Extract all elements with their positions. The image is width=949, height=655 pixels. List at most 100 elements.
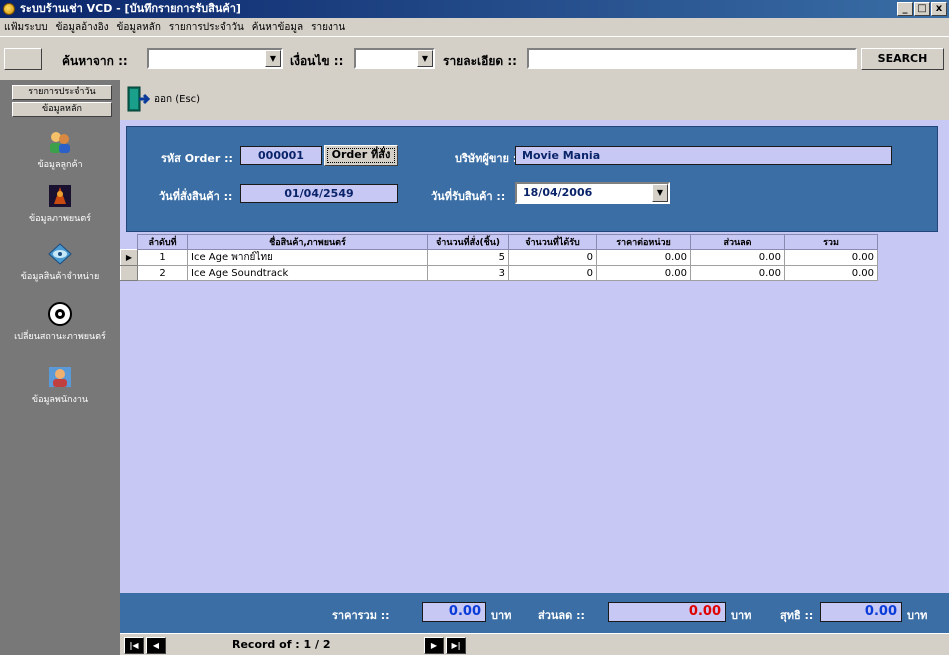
sidebar-item-employees[interactable]: ข้อมูลพนักงาน	[0, 365, 120, 406]
previous-record-button[interactable]: ◀	[146, 637, 166, 654]
sidebar-item-label: ข้อมูลพนักงาน	[31, 395, 89, 405]
first-record-button[interactable]: |◀	[124, 637, 144, 654]
window-controls: _ □ x	[897, 2, 947, 16]
sidebar-item-label: เปลี่ยนสถานะภาพยนตร์	[14, 332, 106, 342]
sidebar-item-label: ข้อมูลลูกค้า	[37, 160, 83, 170]
exit-bar: ออก (Esc)	[120, 80, 949, 120]
search-from-select[interactable]: ▼	[147, 48, 283, 69]
column-header[interactable]: ส่วนลด	[690, 234, 785, 250]
current-row-icon[interactable]: ▶	[120, 249, 138, 266]
record-position-label: Record of : 1 / 2	[232, 638, 331, 651]
table-cell[interactable]: 5	[427, 249, 509, 266]
net-field[interactable]: 0.00	[820, 602, 902, 622]
order-date-field[interactable]: 01/04/2549	[240, 184, 398, 203]
menu-master-data[interactable]: ข้อมูลหลัก	[117, 20, 161, 35]
cd-icon	[48, 302, 72, 326]
restore-button[interactable]: □	[914, 2, 930, 16]
receive-date-value: 18/04/2006	[523, 186, 593, 199]
minimize-button[interactable]: _	[897, 2, 913, 16]
exit-button[interactable]: ออก (Esc)	[126, 86, 200, 112]
column-header[interactable]: จำนวนที่ได้รับ	[508, 234, 597, 250]
search-condition-select[interactable]: ▼	[354, 48, 435, 69]
employee-icon	[48, 365, 72, 389]
table-cell[interactable]: 0	[508, 249, 597, 266]
search-button[interactable]: SEARCH	[861, 48, 944, 70]
toolbar-toggle-button[interactable]	[4, 48, 42, 70]
disc-icon	[48, 242, 72, 266]
menu-search[interactable]: ค้นหาข้อมูล	[252, 20, 303, 35]
currency-label: บาท	[491, 609, 512, 622]
sidebar-item-movie-status[interactable]: เปลี่ยนสถานะภาพยนตร์	[0, 302, 120, 343]
table-row[interactable]: ▶ 1 Ice Age พากย์ไทย 5 0 0.00 0.00 0.00	[120, 249, 878, 266]
total-label: ราคารวม ::	[332, 609, 390, 622]
column-header[interactable]: รวม	[784, 234, 878, 250]
search-detail-input[interactable]	[527, 48, 857, 69]
exit-label: ออก (Esc)	[154, 93, 201, 105]
sidebar: รายการประจำวัน ข้อมูลหลัก ข้อมูลลูกค้า ข…	[0, 80, 120, 655]
table-cell[interactable]: 0.00	[690, 265, 785, 281]
record-navigation: |◀ ◀ Record of : 1 / 2 ▶ ▶|	[120, 633, 949, 655]
column-header[interactable]: ลำดับที่	[137, 234, 188, 250]
sidebar-item-movies[interactable]: ข้อมูลภาพยนตร์	[0, 184, 120, 225]
discount-label: ส่วนลด ::	[538, 609, 585, 622]
column-header[interactable]: ราคาต่อหน่วย	[596, 234, 691, 250]
table-header-row: ลำดับที่ ชื่อสินค้า,ภาพยนตร์ จำนวนที่สั่…	[120, 234, 878, 250]
supplier-label: บริษัทผู้ขาย ::	[455, 152, 522, 165]
column-header[interactable]: ชื่อสินค้า,ภาพยนตร์	[187, 234, 428, 250]
column-header[interactable]: จำนวนที่สั่ง(ชิ้น)	[427, 234, 509, 250]
order-date-label: วันที่สั่งสินค้า ::	[159, 190, 233, 203]
dropdown-arrow-icon[interactable]: ▼	[417, 50, 433, 67]
table-cell[interactable]: 0.00	[596, 265, 691, 281]
menu-reports[interactable]: รายงาน	[311, 20, 345, 35]
table-cell[interactable]: Ice Age Soundtrack	[187, 265, 428, 281]
next-record-button[interactable]: ▶	[424, 637, 444, 654]
app-icon	[3, 3, 15, 15]
row-indicator[interactable]	[120, 265, 138, 281]
dropdown-arrow-icon[interactable]: ▼	[265, 50, 281, 67]
search-toolbar: ค้นหาจาก :: ▼ เงื่อนไข :: ▼ รายละเอียด :…	[0, 36, 949, 80]
total-field[interactable]: 0.00	[422, 602, 486, 622]
items-grid: ลำดับที่ ชื่อสินค้า,ภาพยนตร์ จำนวนที่สั่…	[120, 234, 949, 281]
table-cell[interactable]: Ice Age พากย์ไทย	[187, 249, 428, 266]
table-cell[interactable]: 0.00	[784, 265, 878, 281]
table-cell[interactable]: 0.00	[596, 249, 691, 266]
menu-daily-transactions[interactable]: รายการประจำวัน	[169, 20, 244, 35]
sidebar-item-customers[interactable]: ข้อมูลลูกค้า	[0, 130, 120, 171]
sidebar-item-label: ข้อมูลสินค้าจำหน่าย	[20, 272, 100, 282]
exit-door-icon	[127, 86, 150, 112]
dropdown-arrow-icon[interactable]: ▼	[652, 184, 668, 202]
tab-master-data[interactable]: ข้อมูลหลัก	[12, 102, 112, 117]
search-detail-label: รายละเอียด ::	[443, 54, 517, 68]
close-button[interactable]: x	[931, 2, 947, 16]
search-condition-label: เงื่อนไข ::	[290, 54, 344, 68]
menu-system[interactable]: แฟ้มระบบ	[4, 20, 48, 35]
receive-date-picker[interactable]: 18/04/2006 ▼	[515, 182, 670, 204]
movie-icon	[48, 184, 72, 208]
receive-date-label: วันที่รับสินค้า ::	[431, 190, 506, 203]
supplier-field[interactable]: Movie Mania	[515, 146, 892, 165]
items-table: ลำดับที่ ชื่อสินค้า,ภาพยนตร์ จำนวนที่สั่…	[120, 234, 878, 281]
table-cell[interactable]: 1	[137, 249, 188, 266]
order-id-label: รหัส Order ::	[161, 152, 233, 165]
order-id-field[interactable]: 000001	[240, 146, 322, 165]
totals-footer: ราคารวม :: 0.00 บาท ส่วนลด :: 0.00 บาท ส…	[120, 593, 949, 633]
table-cell[interactable]: 0	[508, 265, 597, 281]
discount-field[interactable]: 0.00	[608, 602, 726, 622]
search-from-label: ค้นหาจาก ::	[62, 54, 128, 68]
table-cell[interactable]: 3	[427, 265, 509, 281]
menu-reference-data[interactable]: ข้อมูลอ้างอิง	[56, 20, 109, 35]
menu-bar: แฟ้มระบบ ข้อมูลอ้างอิง ข้อมูลหลัก รายการ…	[0, 18, 949, 36]
ordered-items-button[interactable]: Order ที่สั่ง	[324, 145, 398, 166]
currency-label: บาท	[731, 609, 752, 622]
last-record-button[interactable]: ▶|	[446, 637, 466, 654]
table-cell[interactable]: 0.00	[690, 249, 785, 266]
table-row[interactable]: 2 Ice Age Soundtrack 3 0 0.00 0.00 0.00	[120, 265, 878, 281]
row-indicator-header	[120, 234, 138, 250]
sidebar-item-products[interactable]: ข้อมูลสินค้าจำหน่าย	[0, 242, 120, 283]
currency-label: บาท	[907, 609, 928, 622]
sidebar-item-label: ข้อมูลภาพยนตร์	[28, 214, 92, 224]
table-cell[interactable]: 2	[137, 265, 188, 281]
tab-daily-transactions[interactable]: รายการประจำวัน	[12, 85, 112, 100]
table-cell[interactable]: 0.00	[784, 249, 878, 266]
main-panel: ออก (Esc) รหัส Order :: 000001 Order ที่…	[120, 80, 949, 655]
